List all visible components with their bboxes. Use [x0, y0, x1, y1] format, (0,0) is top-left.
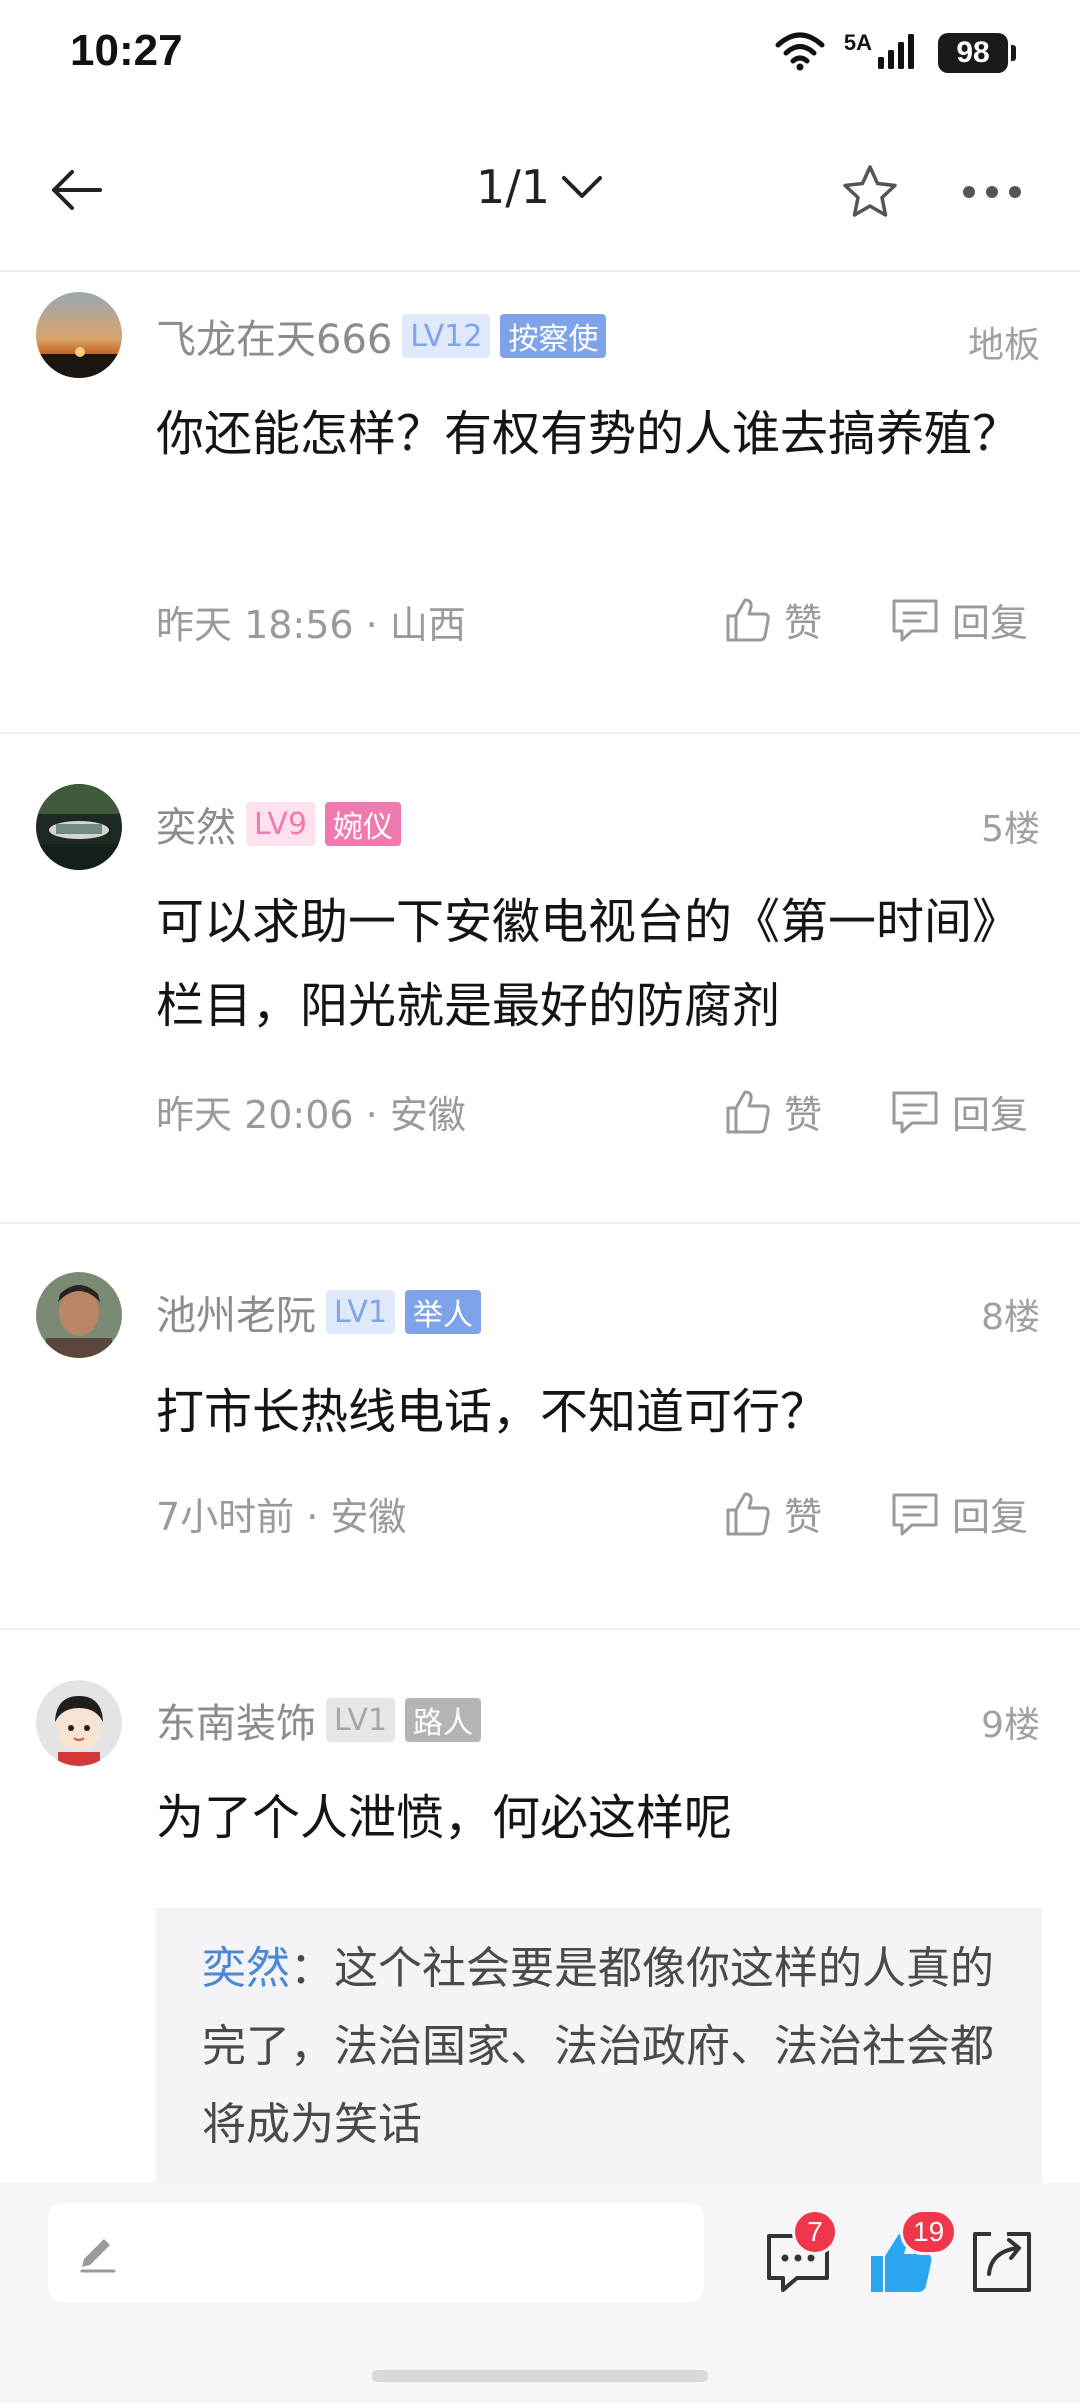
time-location: 昨天 18:56 · 山西 — [156, 603, 466, 647]
post-content[interactable]: 你还能怎样？有权有势的人谁去搞养殖？ — [156, 392, 1036, 476]
avatar[interactable] — [36, 1680, 122, 1766]
level-badge: LV1 — [326, 1290, 396, 1334]
comment-icon — [892, 1493, 938, 1535]
user-info-row: 飞龙在天666 LV12 按察使 — [156, 307, 607, 365]
share-button[interactable] — [962, 2223, 1042, 2303]
page-selector[interactable]: 1/1 — [0, 160, 1080, 214]
avatar[interactable] — [36, 784, 122, 870]
network-type: 5A — [843, 30, 872, 55]
share-icon — [973, 2232, 1031, 2292]
signal-icon — [876, 31, 920, 75]
home-indicator[interactable] — [372, 2370, 708, 2382]
floor-label: 8楼 — [981, 1297, 1040, 1338]
sub-reply-author[interactable]: 奕然 — [202, 1943, 290, 1994]
reply-button[interactable]: 回复 — [890, 1486, 1028, 1541]
user-info-row: 奕然 LV9 婉仪 — [156, 795, 402, 853]
avatar[interactable] — [36, 292, 122, 378]
reply-post: 奕然 LV9 婉仪 5楼 可以求助一下安徽电视台的《第一时间》栏目，阳光就是最好… — [0, 734, 1080, 1224]
comment-icon — [892, 1091, 938, 1133]
like-count-badge: 19 — [900, 2209, 958, 2255]
reply-post: 飞龙在天666 LV12 按察使 地板 你还能怎样？有权有势的人谁去搞养殖？ 昨… — [0, 272, 1080, 734]
like-label: 赞 — [784, 1093, 823, 1137]
reply-label: 回复 — [952, 601, 1029, 645]
page-indicator: 1/1 — [475, 160, 551, 214]
wifi-icon — [774, 31, 826, 75]
reply-post: 池州老阮 LV1 举人 8楼 打市长热线电话，不知道可行？ 7小时前 · 安徽 … — [0, 1224, 1080, 1630]
thumbs-up-icon — [726, 1090, 770, 1133]
like-label: 赞 — [784, 601, 823, 645]
top-nav-bar: 1/1 — [0, 110, 1080, 272]
level-badge: LV1 — [326, 1698, 396, 1742]
user-info-row: 东南装饰 LV1 路人 — [156, 1691, 482, 1749]
like-button[interactable]: 赞 — [724, 592, 822, 647]
floor-label: 地板 — [967, 325, 1040, 366]
title-badge: 举人 — [405, 1290, 482, 1334]
reply-button[interactable]: 回复 — [890, 1084, 1028, 1139]
username[interactable]: 东南装饰 — [156, 1691, 316, 1749]
time-location: 7小时前 · 安徽 — [156, 1495, 407, 1539]
level-badge: LV9 — [246, 802, 316, 846]
status-bar: 10:27 5A 98 — [0, 0, 1080, 110]
sub-reply-box[interactable]: 奕然：这个社会要是都像你这样的人真的完了，法治国家、法治政府、法治社会都将成为笑… — [156, 1908, 1042, 2183]
level-badge: LV12 — [402, 314, 491, 358]
favorite-button[interactable] — [836, 158, 904, 226]
title-badge: 婉仪 — [325, 802, 402, 846]
time-location: 昨天 20:06 · 安徽 — [156, 1093, 466, 1137]
floor-label: 9楼 — [981, 1705, 1040, 1746]
sub-reply-separator: ： — [290, 1943, 334, 1994]
post-content[interactable]: 为了个人泄愤，何必这样呢 — [156, 1776, 1036, 1860]
like-button[interactable]: 赞 — [724, 1084, 822, 1139]
star-icon — [843, 165, 897, 217]
chevron-down-icon — [562, 176, 603, 198]
title-badge: 按察使 — [500, 314, 607, 358]
comment-icon — [892, 599, 938, 641]
comment-count-badge: 7 — [792, 2209, 838, 2255]
reply-post: 东南装饰 LV1 路人 9楼 为了个人泄愤，何必这样呢 奕然：这个社会要是都像你… — [0, 1630, 1080, 2183]
comment-input[interactable] — [48, 2203, 704, 2303]
reply-button[interactable]: 回复 — [890, 592, 1028, 647]
user-info-row: 池州老阮 LV1 举人 — [156, 1283, 482, 1341]
like-label: 赞 — [784, 1495, 823, 1539]
username[interactable]: 奕然 — [156, 795, 236, 853]
pencil-icon — [80, 2239, 116, 2273]
thumbs-up-icon — [726, 1492, 770, 1535]
floor-label: 5楼 — [981, 809, 1040, 850]
username[interactable]: 飞龙在天666 — [156, 307, 392, 365]
reply-label: 回复 — [952, 1495, 1029, 1539]
more-options-button[interactable] — [956, 158, 1028, 226]
more-dots-icon — [963, 186, 1021, 198]
post-content[interactable]: 可以求助一下安徽电视台的《第一时间》栏目，阳光就是最好的防腐剂 — [156, 880, 1036, 1048]
status-time: 10:27 — [70, 26, 183, 75]
reply-label: 回复 — [952, 1093, 1029, 1137]
thumbs-up-icon — [726, 598, 770, 641]
battery-indicator: 98 — [938, 33, 1016, 73]
like-button[interactable]: 赞 — [724, 1486, 822, 1541]
avatar[interactable] — [36, 1272, 122, 1358]
username[interactable]: 池州老阮 — [156, 1283, 316, 1341]
title-badge: 路人 — [405, 1698, 482, 1742]
post-content[interactable]: 打市长热线电话，不知道可行？ — [156, 1370, 1036, 1454]
status-icons: 5A 98 — [774, 30, 1016, 76]
